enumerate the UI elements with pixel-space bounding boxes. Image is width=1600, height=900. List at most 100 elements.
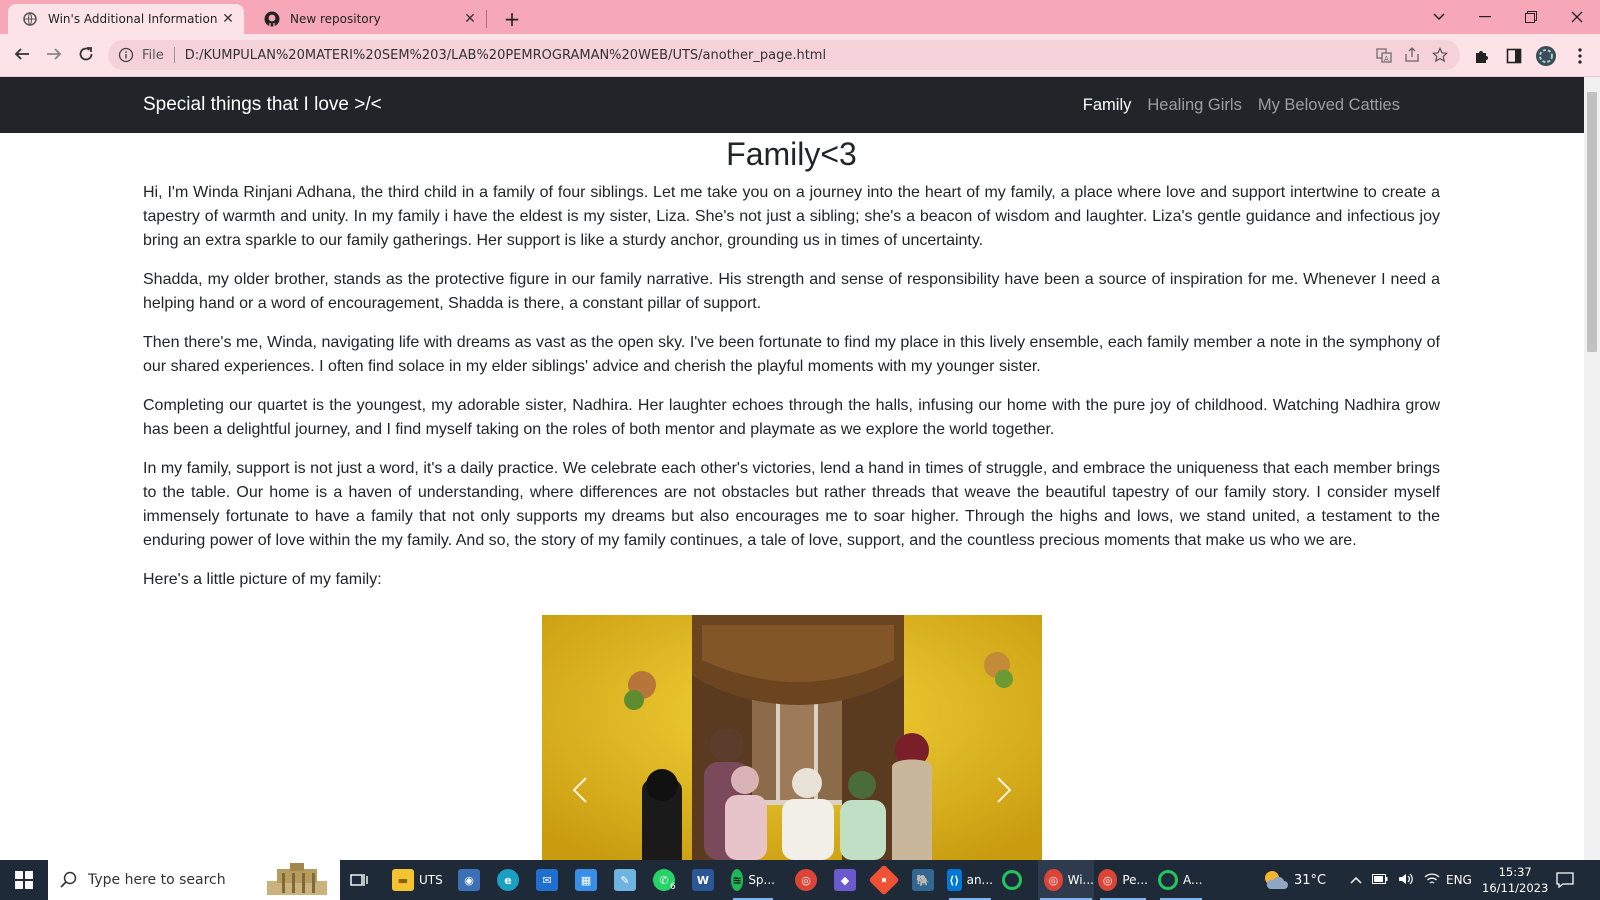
family-photo [542,615,1042,860]
address-bar[interactable]: File D:/KUMPULAN%20MATERI%20SEM%203/LAB%… [108,40,1460,70]
language-indicator[interactable]: ENG [1446,860,1472,900]
tab-new-repository[interactable]: New repository ✕ [250,4,486,34]
folder-icon: ▬ [392,869,414,891]
tab-wins-additional-information[interactable]: Win's Additional Information ✕ [8,4,244,34]
tab-title: New repository [290,12,381,26]
spotify-icon: ≋ [731,869,744,891]
share-icon[interactable] [1398,41,1426,69]
taskbar-app-notepad[interactable]: ✎ [614,860,641,900]
chevron-up-icon[interactable] [1350,873,1362,887]
vscode-icon: ⟨⟩ [947,869,962,891]
taskbar-app-spotify[interactable]: ≋ Sp... [731,860,775,900]
info-icon[interactable] [118,47,134,63]
camera-icon: ◉ [458,869,480,891]
search-icon [60,871,77,888]
family-photo-carousel [542,615,1042,860]
carousel-prev-button[interactable] [560,770,600,810]
paragraph-intro: Hi, I'm Winda Rinjani Adhana, the third … [143,184,1440,250]
taskbar-app-whatsapp[interactable]: ✆ 6 [653,860,676,900]
mail-icon: ✉ [536,869,558,891]
paragraph-shadda: Shadda, my older brother, stands as the … [143,271,1440,313]
address-url[interactable]: D:/KUMPULAN%20MATERI%20SEM%203/LAB%20PEM… [185,48,1370,63]
task-view-icon [350,874,368,886]
minimize-button[interactable] [1462,0,1508,34]
taskbar-app-mail[interactable]: ✉ [536,860,563,900]
menu-kebab-icon[interactable] [1566,42,1594,70]
taskbar-app-label: Sp... [748,873,775,887]
battery-icon[interactable] [1372,873,1388,887]
forward-button[interactable] [40,40,68,68]
paragraph-nadhira: Completing our quartet is the youngest, … [143,397,1440,439]
tab-separator [486,10,487,28]
chevron-left-icon [572,777,587,803]
edge-icon: e [497,869,519,891]
close-tab-icon[interactable]: ✕ [218,9,238,29]
restore-button[interactable] [1508,0,1554,34]
taskbar-app-vscode[interactable]: ⟨⟩ an... [947,860,993,900]
scrollbar-thumb[interactable] [1587,92,1597,352]
globe-icon [22,11,38,27]
taskbar-app-camera[interactable]: ◉ [458,860,485,900]
tab-search-icon[interactable] [1416,0,1462,34]
profile-avatar[interactable] [1532,42,1560,70]
site-nav-links: Family Healing Girls My Beloved Catties [1083,77,1400,133]
volume-icon[interactable] [1398,872,1414,889]
paragraph-winda: Then there's me, Winda, navigating life … [143,334,1440,376]
taskbar-search-box[interactable]: Type here to search [48,860,340,900]
taskbar-app-label: A... [1183,873,1203,887]
windows-start-button[interactable] [0,860,48,900]
taskbar-app-edge[interactable]: e [497,860,524,900]
close-window-button[interactable] [1554,0,1600,34]
spinner-icon [1002,870,1022,890]
nav-link-healing-girls[interactable]: Healing Girls [1147,96,1241,115]
notepad-icon: ✎ [614,869,636,891]
taskbar-app-a[interactable]: A... [1158,860,1204,900]
close-tab-icon[interactable]: ✕ [460,9,480,29]
taskbar-app-word[interactable]: W [692,860,719,900]
weather-widget[interactable]: 31°C [1262,860,1326,900]
page-title: Family<3 [726,136,857,172]
reload-button[interactable] [72,40,100,68]
clock-time: 15:37 [1498,865,1532,879]
taskbar-app-chrome[interactable]: ◎ [795,860,822,900]
word-icon: W [692,869,714,891]
back-button[interactable] [8,40,36,68]
taskbar-app-chrome-second[interactable]: ◎ Pe... [1098,860,1148,900]
new-tab-button[interactable]: + [498,6,526,32]
extensions-icon[interactable] [1468,42,1496,70]
notifications-button[interactable] [1556,860,1574,900]
taskbar-app-git[interactable]: ✦ [868,860,900,900]
taskbar-app-postgres[interactable]: 🐘 [912,860,939,900]
taskbar-app-store[interactable]: ▦ [575,860,602,900]
chrome-profile-icon: ◎ [1098,869,1118,891]
copilot-icon: ◆ [834,869,856,891]
paragraph-picture-intro: Here's a little picture of my family: [143,571,382,589]
notification-icon [1556,872,1574,888]
side-panel-icon[interactable] [1500,42,1528,70]
task-view-button[interactable] [350,860,368,900]
wifi-icon[interactable] [1424,872,1440,889]
store-icon: ▦ [575,869,597,891]
tab-title: Win's Additional Information [48,12,218,26]
taskbar-app-label: an... [966,873,993,887]
translate-icon[interactable]: A [1370,41,1398,69]
taskbar-app-chrome-active[interactable]: ◎ Wi... [1038,860,1094,900]
clock[interactable]: 15:37 16/11/2023 [1482,860,1548,900]
address-separator [173,47,175,63]
taskbar-app-loader[interactable] [1002,860,1027,900]
nav-link-my-beloved-catties[interactable]: My Beloved Catties [1258,96,1400,115]
system-tray [1350,860,1440,900]
whatsapp-badge: 6 [670,882,676,892]
taskbar-app-uts-folder[interactable]: ▬ UTS [392,860,443,900]
chrome-profile-icon: ◎ [1044,869,1063,891]
carousel-next-button[interactable] [984,770,1024,810]
taskbar-app-copilot[interactable]: ◆ [834,860,861,900]
taskbar-app-label: Pe... [1122,873,1148,887]
bookmark-star-icon[interactable] [1426,41,1454,69]
taskbar-app-label: UTS [419,873,443,887]
nav-link-family[interactable]: Family [1083,96,1132,115]
paragraph-support: In my family, support is not just a word… [143,460,1440,550]
windows-logo-icon [15,871,33,889]
site-brand[interactable]: Special things that I love >/< [143,77,382,133]
spinner-icon [1158,870,1178,890]
